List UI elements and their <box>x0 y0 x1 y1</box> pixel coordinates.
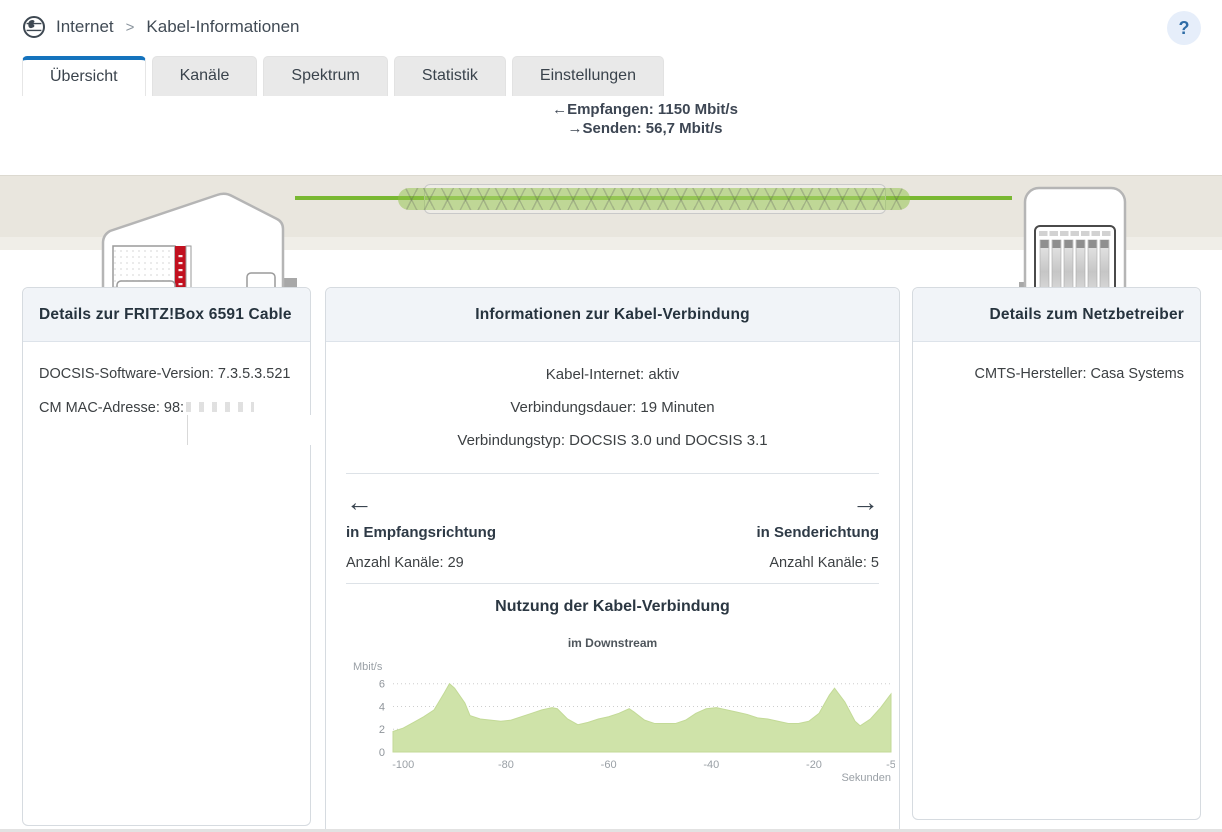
card-connection-info: Informationen zur Kabel-Verbindung Kabel… <box>325 287 900 832</box>
tab-statistik[interactable]: Statistik <box>393 56 506 96</box>
tab-einstellungen[interactable]: Einstellungen <box>511 56 664 96</box>
tab-kanaele[interactable]: Kanäle <box>151 56 258 96</box>
breadcrumb-internet[interactable]: Internet <box>56 17 114 37</box>
svg-text:Mbit/s: Mbit/s <box>353 661 383 673</box>
svg-text:-60: -60 <box>601 759 617 771</box>
card-fritzbox-details: Details zur FRITZ!Box 6591 Cable DOCSIS-… <box>22 287 327 826</box>
arrow-left-icon: ← <box>552 101 568 118</box>
card-fritzbox-title: Details zur FRITZ!Box 6591 Cable <box>23 288 310 342</box>
tab-bar: Übersicht Kanäle Spektrum Statistik Eins… <box>22 56 670 96</box>
receive-rate-text: Empfangen: 1150 Mbit/s <box>567 101 738 118</box>
svg-text:-40: -40 <box>703 759 719 771</box>
top-bar: Internet > Kabel-Informationen ? <box>0 0 1222 56</box>
send-rate-text: Senden: 56,7 Mbit/s <box>582 120 723 137</box>
svg-text:2: 2 <box>379 724 385 736</box>
downstream-usage-chart: Mbit/s 0 2 4 6 -100 -80 -60 -40 -20 -5 Sekunden <box>346 658 896 786</box>
upstream-arrow-icon: → <box>852 487 879 517</box>
fritzbox-cable-info-page: Internet > Kabel-Informationen ? Übersic… <box>0 0 1222 832</box>
cabinet-top-bars <box>1039 231 1111 236</box>
connection-duration: Verbindungsdauer: 19 Minuten <box>510 399 715 416</box>
divider <box>346 473 879 474</box>
connection-type: Verbindungstyp: DOCSIS 3.0 und DOCSIS 3.… <box>457 432 768 449</box>
svg-text:-80: -80 <box>498 759 514 771</box>
svg-text:6: 6 <box>379 679 385 691</box>
cmts-manufacturer: CMTS-Hersteller: Casa Systems <box>974 366 1184 382</box>
svg-text:-5: -5 <box>886 759 895 771</box>
downstream-direction-label: in Empfangsrichtung <box>346 524 496 541</box>
help-button[interactable]: ? <box>1167 11 1201 45</box>
card-connection-title: Informationen zur Kabel-Verbindung <box>326 288 899 342</box>
globe-icon <box>22 15 46 39</box>
cm-mac-address: CM MAC-Adresse: 98: <box>39 400 327 445</box>
card-provider-details: Details zum Netzbetreiber CMTS-Herstelle… <box>912 287 1201 820</box>
breadcrumb: Internet > Kabel-Informationen <box>22 15 300 39</box>
upstream-channel-count: Anzahl Kanäle: 5 <box>769 555 879 571</box>
svg-text:Sekunden: Sekunden <box>841 772 891 782</box>
upstream-direction-label: in Senderichtung <box>756 524 879 541</box>
card-provider-title: Details zum Netzbetreiber <box>913 288 1200 342</box>
throughput-stats: ←Empfangen: 1150 Mbit/s →Senden: 56,7 Mb… <box>345 100 945 138</box>
docsis-software-version: DOCSIS-Software-Version: 7.3.5.3.521 <box>39 366 291 382</box>
downstream-channel-count: Anzahl Kanäle: 29 <box>346 555 464 571</box>
arrow-right-icon: → <box>567 120 583 137</box>
send-rate: →Senden: 56,7 Mbit/s <box>345 119 945 138</box>
cable-internet-status: Kabel-Internet: aktiv <box>545 366 680 383</box>
svg-text:0: 0 <box>379 747 385 759</box>
cm-mac-address-text: CM MAC-Adresse: 98: <box>39 400 185 416</box>
svg-text:4: 4 <box>379 701 385 713</box>
page-title: Kabel-Informationen <box>146 17 300 36</box>
usage-chart-subtitle: im Downstream <box>567 636 658 650</box>
tab-spektrum[interactable]: Spektrum <box>263 56 388 96</box>
downstream-arrow-icon: ← <box>346 487 373 517</box>
receive-rate: ←Empfangen: 1150 Mbit/s <box>345 100 945 119</box>
mac-redacted-remnants <box>186 402 255 412</box>
divider <box>346 583 879 584</box>
coax-cable-bundle <box>398 188 910 210</box>
svg-text:-100: -100 <box>392 759 414 771</box>
mac-redaction-box <box>187 415 327 445</box>
svg-text:-20: -20 <box>806 759 822 771</box>
cable-connection-diagram: ←Empfangen: 1150 Mbit/s →Senden: 56,7 Mb… <box>0 96 1222 330</box>
chevron-right-icon: > <box>125 18 135 36</box>
tab-uebersicht[interactable]: Übersicht <box>22 56 146 96</box>
usage-chart-title: Nutzung der Kabel-Verbindung <box>495 598 730 615</box>
